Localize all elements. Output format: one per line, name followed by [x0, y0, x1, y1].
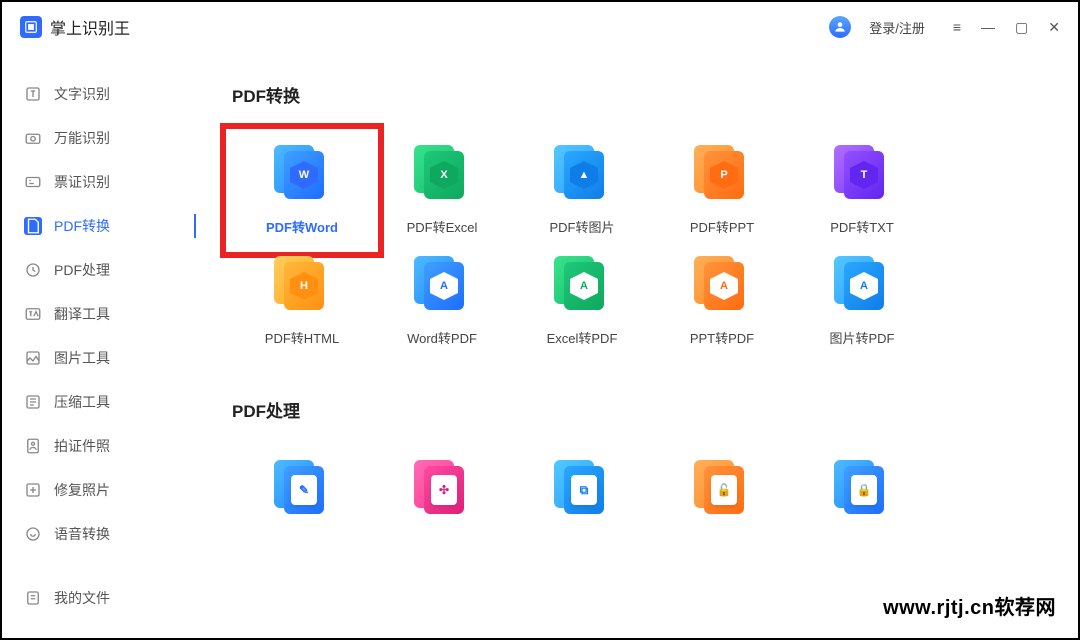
pdf-unlock-icon: 🔓: [694, 460, 750, 516]
card-pdf-edit[interactable]: ✎: [232, 450, 372, 526]
sidebar-item-label: PDF处理: [54, 260, 110, 280]
close-button[interactable]: ✕: [1048, 19, 1060, 36]
excel-pdf-icon: A: [554, 256, 610, 312]
card-pdf-to-word[interactable]: W PDF转Word: [232, 135, 372, 246]
card-label: Excel转PDF: [547, 328, 618, 347]
sidebar-item-label: 修复照片: [54, 480, 110, 500]
sidebar-item-translate[interactable]: 翻译工具: [2, 292, 196, 336]
maximize-button[interactable]: ▢: [1015, 19, 1028, 36]
card-pdf-split[interactable]: ✣: [372, 450, 512, 526]
card-pdf-to-image[interactable]: ▲ PDF转图片: [512, 135, 652, 246]
sidebar-item-label: 压缩工具: [54, 392, 110, 412]
card-word-to-pdf[interactable]: A Word转PDF: [372, 246, 512, 357]
card-image-to-pdf[interactable]: A 图片转PDF: [792, 246, 932, 357]
ppt-pdf-icon: A: [694, 256, 750, 312]
compress-icon: [24, 393, 42, 411]
sidebar: 文字识别 万能识别 票证识别 PDF转换 PDF处理 翻译工具 图片工具 压缩: [2, 52, 197, 638]
card-excel-to-pdf[interactable]: A Excel转PDF: [512, 246, 652, 357]
id-photo-icon: [24, 437, 42, 455]
card-label: PDF转HTML: [265, 328, 339, 347]
card-label: PDF转图片: [549, 217, 614, 236]
minimize-button[interactable]: —: [981, 19, 995, 35]
card-pdf-to-txt[interactable]: T PDF转TXT: [792, 135, 932, 246]
login-link[interactable]: 登录/注册: [869, 18, 925, 37]
pdf-txt-icon: T: [834, 145, 890, 201]
pdf-html-icon: H: [274, 256, 330, 312]
card-pdf-merge[interactable]: ⧉: [512, 450, 652, 526]
pdf-icon: [24, 217, 42, 235]
sidebar-item-voice[interactable]: 语音转换: [2, 512, 196, 556]
sidebar-item-id-photo[interactable]: 拍证件照: [2, 424, 196, 468]
sidebar-item-label: 翻译工具: [54, 304, 110, 324]
section-title-process: PDF处理: [232, 397, 1043, 422]
pdf-lock-icon: 🔒: [834, 460, 890, 516]
pdf-merge-icon: ⧉: [554, 460, 610, 516]
app-title: 掌上识别王: [50, 15, 130, 39]
section-title-convert: PDF转换: [232, 82, 1043, 107]
translate-icon: [24, 305, 42, 323]
sidebar-item-label: 图片工具: [54, 348, 110, 368]
image-pdf-icon: A: [834, 256, 890, 312]
card-pdf-to-excel[interactable]: X PDF转Excel: [372, 135, 512, 246]
pdf-split-icon: ✣: [414, 460, 470, 516]
pdf-excel-icon: X: [414, 145, 470, 201]
user-avatar-icon[interactable]: [829, 16, 851, 38]
card-label: PDF转Excel: [407, 217, 478, 236]
camera-icon: [24, 129, 42, 147]
card-pdf-to-html[interactable]: H PDF转HTML: [232, 246, 372, 357]
card-label: PDF转TXT: [830, 217, 894, 236]
sidebar-item-universal-ocr[interactable]: 万能识别: [2, 116, 196, 160]
files-icon: [24, 589, 42, 607]
repair-icon: [24, 481, 42, 499]
menu-icon[interactable]: ≡: [953, 19, 961, 35]
pdf-word-icon: W: [274, 145, 330, 201]
sidebar-item-my-files[interactable]: 我的文件: [2, 576, 196, 620]
watermark-text: www.rjtj.cn软荐网: [883, 591, 1056, 620]
sidebar-item-repair-photo[interactable]: 修复照片: [2, 468, 196, 512]
main-content: PDF转换 W PDF转Word X PDF转Excel ▲ PDF转图片: [197, 52, 1078, 638]
pdf-edit-icon: ✎: [274, 460, 330, 516]
card-label: PPT转PDF: [690, 328, 754, 347]
card-ppt-to-pdf[interactable]: A PPT转PDF: [652, 246, 792, 357]
sidebar-item-pdf-convert[interactable]: PDF转换: [2, 204, 196, 248]
sidebar-item-label: 万能识别: [54, 128, 110, 148]
pdf-ppt-icon: P: [694, 145, 750, 201]
sidebar-item-label: 文字识别: [54, 84, 110, 104]
card-pdf-unlock[interactable]: 🔓: [652, 450, 792, 526]
sidebar-item-label: 票证识别: [54, 172, 110, 192]
process-icon: [24, 261, 42, 279]
card-pdf-to-ppt[interactable]: P PDF转PPT: [652, 135, 792, 246]
card-label: Word转PDF: [407, 328, 477, 347]
sidebar-item-label: 语音转换: [54, 524, 110, 544]
card-label: PDF转PPT: [690, 217, 754, 236]
ticket-icon: [24, 173, 42, 191]
sidebar-item-pdf-process[interactable]: PDF处理: [2, 248, 196, 292]
pdf-image-icon: ▲: [554, 145, 610, 201]
voice-icon: [24, 525, 42, 543]
sidebar-item-text-ocr[interactable]: 文字识别: [2, 72, 196, 116]
sidebar-item-ticket-ocr[interactable]: 票证识别: [2, 160, 196, 204]
card-label: 图片转PDF: [829, 328, 894, 347]
image-icon: [24, 349, 42, 367]
sidebar-item-label: 拍证件照: [54, 436, 110, 456]
word-pdf-icon: A: [414, 256, 470, 312]
sidebar-item-label: 我的文件: [54, 588, 110, 608]
card-pdf-lock[interactable]: 🔒: [792, 450, 932, 526]
sidebar-item-compress[interactable]: 压缩工具: [2, 380, 196, 424]
app-logo: [20, 16, 42, 38]
sidebar-item-label: PDF转换: [54, 216, 110, 236]
text-icon: [24, 85, 42, 103]
card-label: PDF转Word: [266, 217, 338, 236]
sidebar-item-image-tools[interactable]: 图片工具: [2, 336, 196, 380]
